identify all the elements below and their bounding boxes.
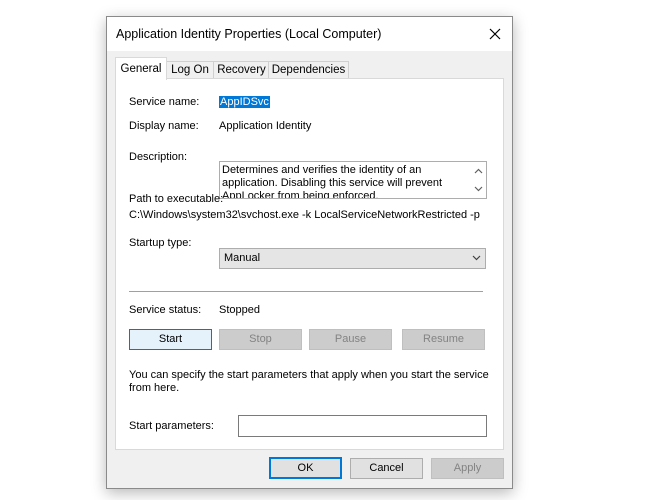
resume-button[interactable]: Resume — [402, 329, 485, 350]
service-status-value: Stopped — [219, 304, 260, 316]
title-bar[interactable]: Application Identity Properties (Local C… — [107, 17, 512, 51]
path-value[interactable]: C:\Windows\system32\svchost.exe -k Local… — [129, 209, 480, 221]
start-parameters-input[interactable] — [238, 415, 487, 437]
tab-dependencies[interactable]: Dependencies — [268, 61, 349, 79]
tab-general[interactable]: General — [115, 57, 167, 80]
stop-button[interactable]: Stop — [219, 329, 302, 350]
start-button[interactable]: Start — [129, 329, 212, 350]
close-button[interactable] — [478, 17, 512, 51]
chevron-down-icon[interactable] — [471, 182, 486, 196]
start-parameters-label: Start parameters: — [129, 420, 214, 432]
startup-type-value: Manual — [224, 252, 261, 264]
ok-button[interactable]: OK — [269, 457, 342, 479]
chevron-down-icon — [471, 252, 481, 264]
separator — [129, 291, 483, 292]
cancel-button[interactable]: Cancel — [350, 458, 423, 479]
pause-button[interactable]: Pause — [309, 329, 392, 350]
startup-type-label: Startup type: — [129, 237, 192, 249]
description-label: Description: — [129, 151, 188, 163]
close-icon — [489, 28, 501, 40]
description-value: Determines and verifies the identity of … — [222, 164, 443, 199]
path-label: Path to executable: — [129, 193, 224, 205]
service-status-label: Service status: — [129, 304, 202, 316]
service-name-label: Service name: — [129, 96, 200, 108]
tab-recovery[interactable]: Recovery — [213, 61, 270, 79]
description-textbox[interactable]: Determines and verifies the identity of … — [219, 161, 487, 199]
service-properties-dialog: Application Identity Properties (Local C… — [106, 16, 513, 489]
startup-type-select[interactable]: Manual — [219, 248, 486, 269]
display-name-value[interactable]: Application Identity — [219, 120, 311, 132]
service-name-value[interactable]: AppIDSvc — [219, 96, 270, 108]
display-name-label: Display name: — [129, 120, 199, 132]
chevron-up-icon[interactable] — [471, 164, 486, 178]
apply-button[interactable]: Apply — [431, 458, 504, 479]
window-title: Application Identity Properties (Local C… — [116, 27, 382, 41]
description-scrollbar[interactable] — [471, 162, 486, 198]
start-parameters-help: You can specify the start parameters tha… — [129, 369, 489, 394]
general-tab-panel: Service name: AppIDSvc Display name: App… — [115, 78, 504, 450]
tab-log-on[interactable]: Log On — [165, 61, 215, 79]
